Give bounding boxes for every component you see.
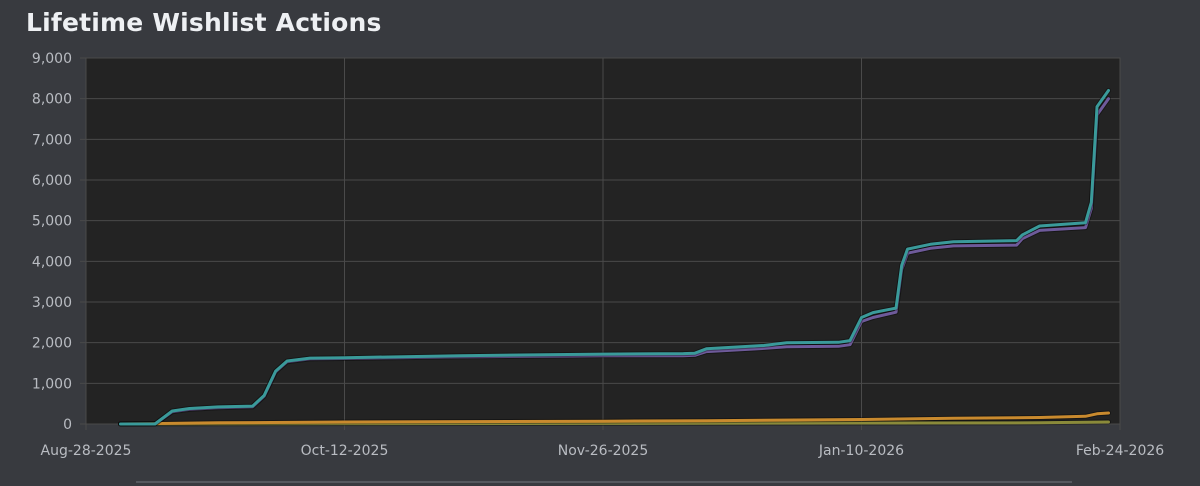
y-tick-label: 1,000 [32, 376, 72, 392]
y-tick-label: 9,000 [32, 51, 72, 67]
y-tick-label: 2,000 [32, 336, 72, 352]
y-tick-label: 5,000 [32, 214, 72, 230]
y-tick-label: 8,000 [32, 92, 72, 108]
y-tick-label: 7,000 [32, 132, 72, 148]
x-tick-label: Aug-28-2025 [41, 443, 132, 459]
y-axis-ticks: 0 1,000 2,000 3,000 4,000 5,000 6,000 7,000 8,00… [32, 51, 86, 433]
x-tick-label: Oct-12-2025 [301, 443, 389, 459]
y-tick-label: 6,000 [32, 173, 72, 189]
x-tick-label: Nov-26-2025 [558, 443, 649, 459]
x-tick-label: Feb-24-2026 [1076, 443, 1164, 459]
y-tick-label: 4,000 [32, 254, 72, 270]
x-tick-label: Jan-10-2026 [818, 443, 904, 459]
x-axis-ticks: Aug-28-2025 Oct-12-2025 Nov-26-2025 Jan-10-… [41, 424, 1164, 459]
y-tick-label: 0 [63, 417, 72, 433]
y-tick-label: 3,000 [32, 295, 72, 311]
line-chart: 0 1,000 2,000 3,000 4,000 5,000 6,000 7,000 8,00… [32, 51, 1164, 483]
